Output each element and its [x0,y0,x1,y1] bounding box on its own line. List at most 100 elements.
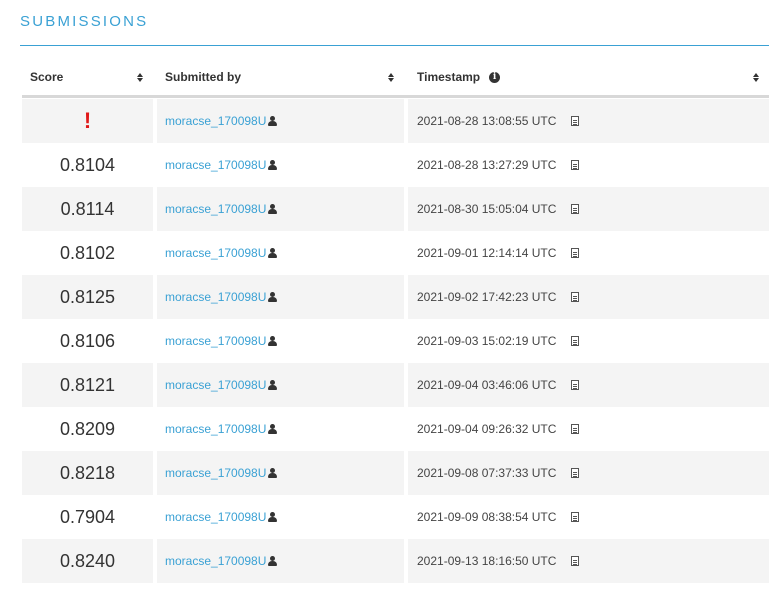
user-link[interactable]: moracse_170098U [165,378,266,392]
timestamp-value: 2021-08-28 13:27:29 UTC [417,158,557,172]
submitted-by-cell: moracse_170098U [157,275,404,319]
timestamp-value: 2021-09-04 09:26:32 UTC [417,422,557,436]
submissions-table: Score Submitted by Timestamp i ! moracse… [22,62,769,583]
document-icon[interactable] [571,336,580,346]
document-icon[interactable] [571,512,580,522]
user-icon [268,116,278,126]
info-icon[interactable]: i [489,71,501,83]
user-icon [268,292,278,302]
user-icon [268,556,278,566]
timestamp-cell: 2021-08-28 13:27:29 UTC [408,143,769,187]
timestamp-value: 2021-08-28 13:08:55 UTC [417,114,557,128]
submitted-by-cell: moracse_170098U [157,99,404,143]
submitted-by-cell: moracse_170098U [157,363,404,407]
document-icon[interactable] [571,292,580,302]
document-icon[interactable] [571,204,580,214]
score-value: 0.8121 [59,374,116,395]
user-link[interactable]: moracse_170098U [165,202,266,216]
document-icon[interactable] [571,116,580,126]
score-value: 0.8104 [59,154,116,175]
table-row: 0.8104 moracse_170098U 2021-08-28 13:27:… [22,143,769,187]
user-icon [268,160,278,170]
document-icon[interactable] [571,468,580,478]
submitted-by-cell: moracse_170098U [157,495,404,539]
table-row: 0.8114 moracse_170098U 2021-08-30 15:05:… [22,187,769,231]
score-cell: 0.8114 [22,187,153,231]
score-value: 0.8218 [59,462,116,483]
timestamp-cell: 2021-09-01 12:14:14 UTC [408,231,769,275]
timestamp-cell: 2021-09-04 09:26:32 UTC [408,407,769,451]
score-cell: 0.8240 [22,539,153,583]
submitted-by-cell: moracse_170098U [157,407,404,451]
table-row: 0.8106 moracse_170098U 2021-09-03 15:02:… [22,319,769,363]
timestamp-cell: 2021-08-28 13:08:55 UTC [408,99,769,143]
user-link[interactable]: moracse_170098U [165,466,266,480]
score-header-label: Score [30,70,64,84]
document-icon[interactable] [571,380,580,390]
submitted-by-header-label: Submitted by [165,70,242,84]
user-icon [268,512,278,522]
user-link[interactable]: moracse_170098U [165,114,266,128]
submitted-by-cell: moracse_170098U [157,143,404,187]
timestamp-value: 2021-09-08 07:37:33 UTC [417,466,557,480]
score-value: 0.8125 [59,286,116,307]
score-cell: 0.8102 [22,231,153,275]
timestamp-value: 2021-09-04 03:46:06 UTC [417,378,557,392]
sort-icon[interactable] [388,72,394,82]
table-row: 0.8121 moracse_170098U 2021-09-04 03:46:… [22,363,769,407]
user-icon [268,248,278,258]
timestamp-cell: 2021-09-13 18:16:50 UTC [408,539,769,583]
user-icon [268,468,278,478]
score-value: 0.8114 [60,198,115,219]
user-link[interactable]: moracse_170098U [165,158,266,172]
table-row: 0.8102 moracse_170098U 2021-09-01 12:14:… [22,231,769,275]
timestamp-cell: 2021-09-02 17:42:23 UTC [408,275,769,319]
user-link[interactable]: moracse_170098U [165,334,266,348]
timestamp-cell: 2021-08-30 15:05:04 UTC [408,187,769,231]
score-cell: 0.8125 [22,275,153,319]
submitted-by-cell: moracse_170098U [157,539,404,583]
table-row: 0.8240 moracse_170098U 2021-09-13 18:16:… [22,539,769,583]
document-icon[interactable] [571,424,580,434]
score-column-header[interactable]: Score [22,62,153,92]
user-icon [268,424,278,434]
score-value: 0.8209 [59,418,116,439]
timestamp-value: 2021-09-02 17:42:23 UTC [417,290,557,304]
table-header-row: Score Submitted by Timestamp i [22,62,769,98]
user-link[interactable]: moracse_170098U [165,554,266,568]
sort-icon[interactable] [137,72,143,82]
error-icon: ! [83,108,92,133]
submitted-by-cell: moracse_170098U [157,187,404,231]
document-icon[interactable] [571,556,580,566]
timestamp-cell: 2021-09-04 03:46:06 UTC [408,363,769,407]
timestamp-value: 2021-09-13 18:16:50 UTC [417,554,557,568]
sort-icon[interactable] [753,72,759,82]
timestamp-value: 2021-09-09 08:38:54 UTC [417,510,557,524]
score-cell: 0.8106 [22,319,153,363]
score-value: 0.7904 [59,506,116,527]
document-icon[interactable] [571,248,580,258]
user-link[interactable]: moracse_170098U [165,422,266,436]
timestamp-cell: 2021-09-08 07:37:33 UTC [408,451,769,495]
score-cell: 0.7904 [22,495,153,539]
table-body: ! moracse_170098U 2021-08-28 13:08:55 UT… [22,99,769,583]
score-cell: 0.8104 [22,143,153,187]
score-cell: 0.8209 [22,407,153,451]
timestamp-column-header[interactable]: Timestamp i [408,62,769,92]
score-cell: ! [22,99,153,143]
timestamp-value: 2021-09-03 15:02:19 UTC [417,334,557,348]
document-icon[interactable] [571,160,580,170]
table-row: 0.8125 moracse_170098U 2021-09-02 17:42:… [22,275,769,319]
table-row: 0.8218 moracse_170098U 2021-09-08 07:37:… [22,451,769,495]
user-icon [268,336,278,346]
user-icon [268,204,278,214]
submitted-by-cell: moracse_170098U [157,451,404,495]
score-value: 0.8102 [59,242,116,263]
table-row: 0.7904 moracse_170098U 2021-09-09 08:38:… [22,495,769,539]
timestamp-value: 2021-08-30 15:05:04 UTC [417,202,557,216]
submitted-by-cell: moracse_170098U [157,231,404,275]
user-link[interactable]: moracse_170098U [165,510,266,524]
user-link[interactable]: moracse_170098U [165,290,266,304]
submitted-by-column-header[interactable]: Submitted by [157,62,404,92]
user-link[interactable]: moracse_170098U [165,246,266,260]
